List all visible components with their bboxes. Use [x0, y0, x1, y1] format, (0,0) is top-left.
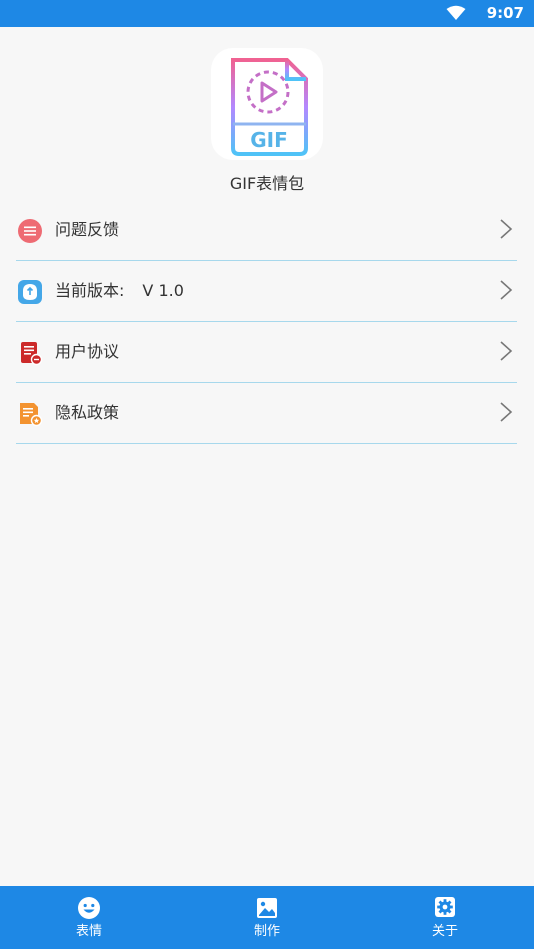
tab-emoji[interactable]: 表情	[0, 886, 178, 949]
menu-item-privacy-policy[interactable]: 隐私政策	[16, 383, 517, 444]
menu-item-label: 当前版本: V 1.0	[55, 281, 184, 301]
version-value: V 1.0	[142, 281, 184, 300]
app-logo: GIF	[211, 48, 323, 160]
bottom-nav: 表情 制作 关于	[0, 886, 534, 949]
tab-make[interactable]: 制作	[178, 886, 356, 949]
status-bar: 9:07	[0, 0, 534, 27]
status-time: 9:07	[486, 4, 524, 22]
chevron-right-icon	[500, 280, 513, 300]
menu-item-label: 问题反馈	[55, 220, 120, 239]
tab-label: 制作	[253, 924, 280, 939]
tab-about[interactable]: 关于	[356, 886, 534, 949]
tab-label: 表情	[75, 924, 102, 939]
menu-item-label: 隐私政策	[55, 403, 120, 422]
menu-item-version[interactable]: 当前版本: V 1.0	[16, 261, 517, 322]
svg-text:GIF: GIF	[250, 128, 288, 152]
menu-item-user-agreement[interactable]: 用户协议	[16, 322, 517, 383]
smiley-icon	[78, 897, 100, 919]
menu-item-feedback[interactable]: 问题反馈	[16, 200, 517, 261]
menu-item-label: 用户协议	[55, 342, 120, 361]
gif-file-icon: GIF	[231, 58, 308, 156]
privacy-policy-icon	[20, 403, 43, 427]
chevron-right-icon	[500, 219, 513, 239]
image-icon	[257, 898, 277, 918]
tab-label: 关于	[431, 924, 458, 939]
version-label: 当前版本:	[55, 281, 125, 300]
settings-gear-icon	[435, 897, 455, 917]
wifi-icon	[446, 5, 466, 20]
version-icon	[18, 280, 42, 304]
app-name: GIF表情包	[229, 174, 305, 193]
chevron-right-icon	[500, 402, 513, 422]
chevron-right-icon	[500, 341, 513, 361]
feedback-icon	[18, 219, 42, 243]
user-agreement-icon	[21, 342, 43, 366]
about-menu-list: 问题反馈 当前版本: V 1.0 用户协议 隐私政策	[16, 200, 517, 444]
